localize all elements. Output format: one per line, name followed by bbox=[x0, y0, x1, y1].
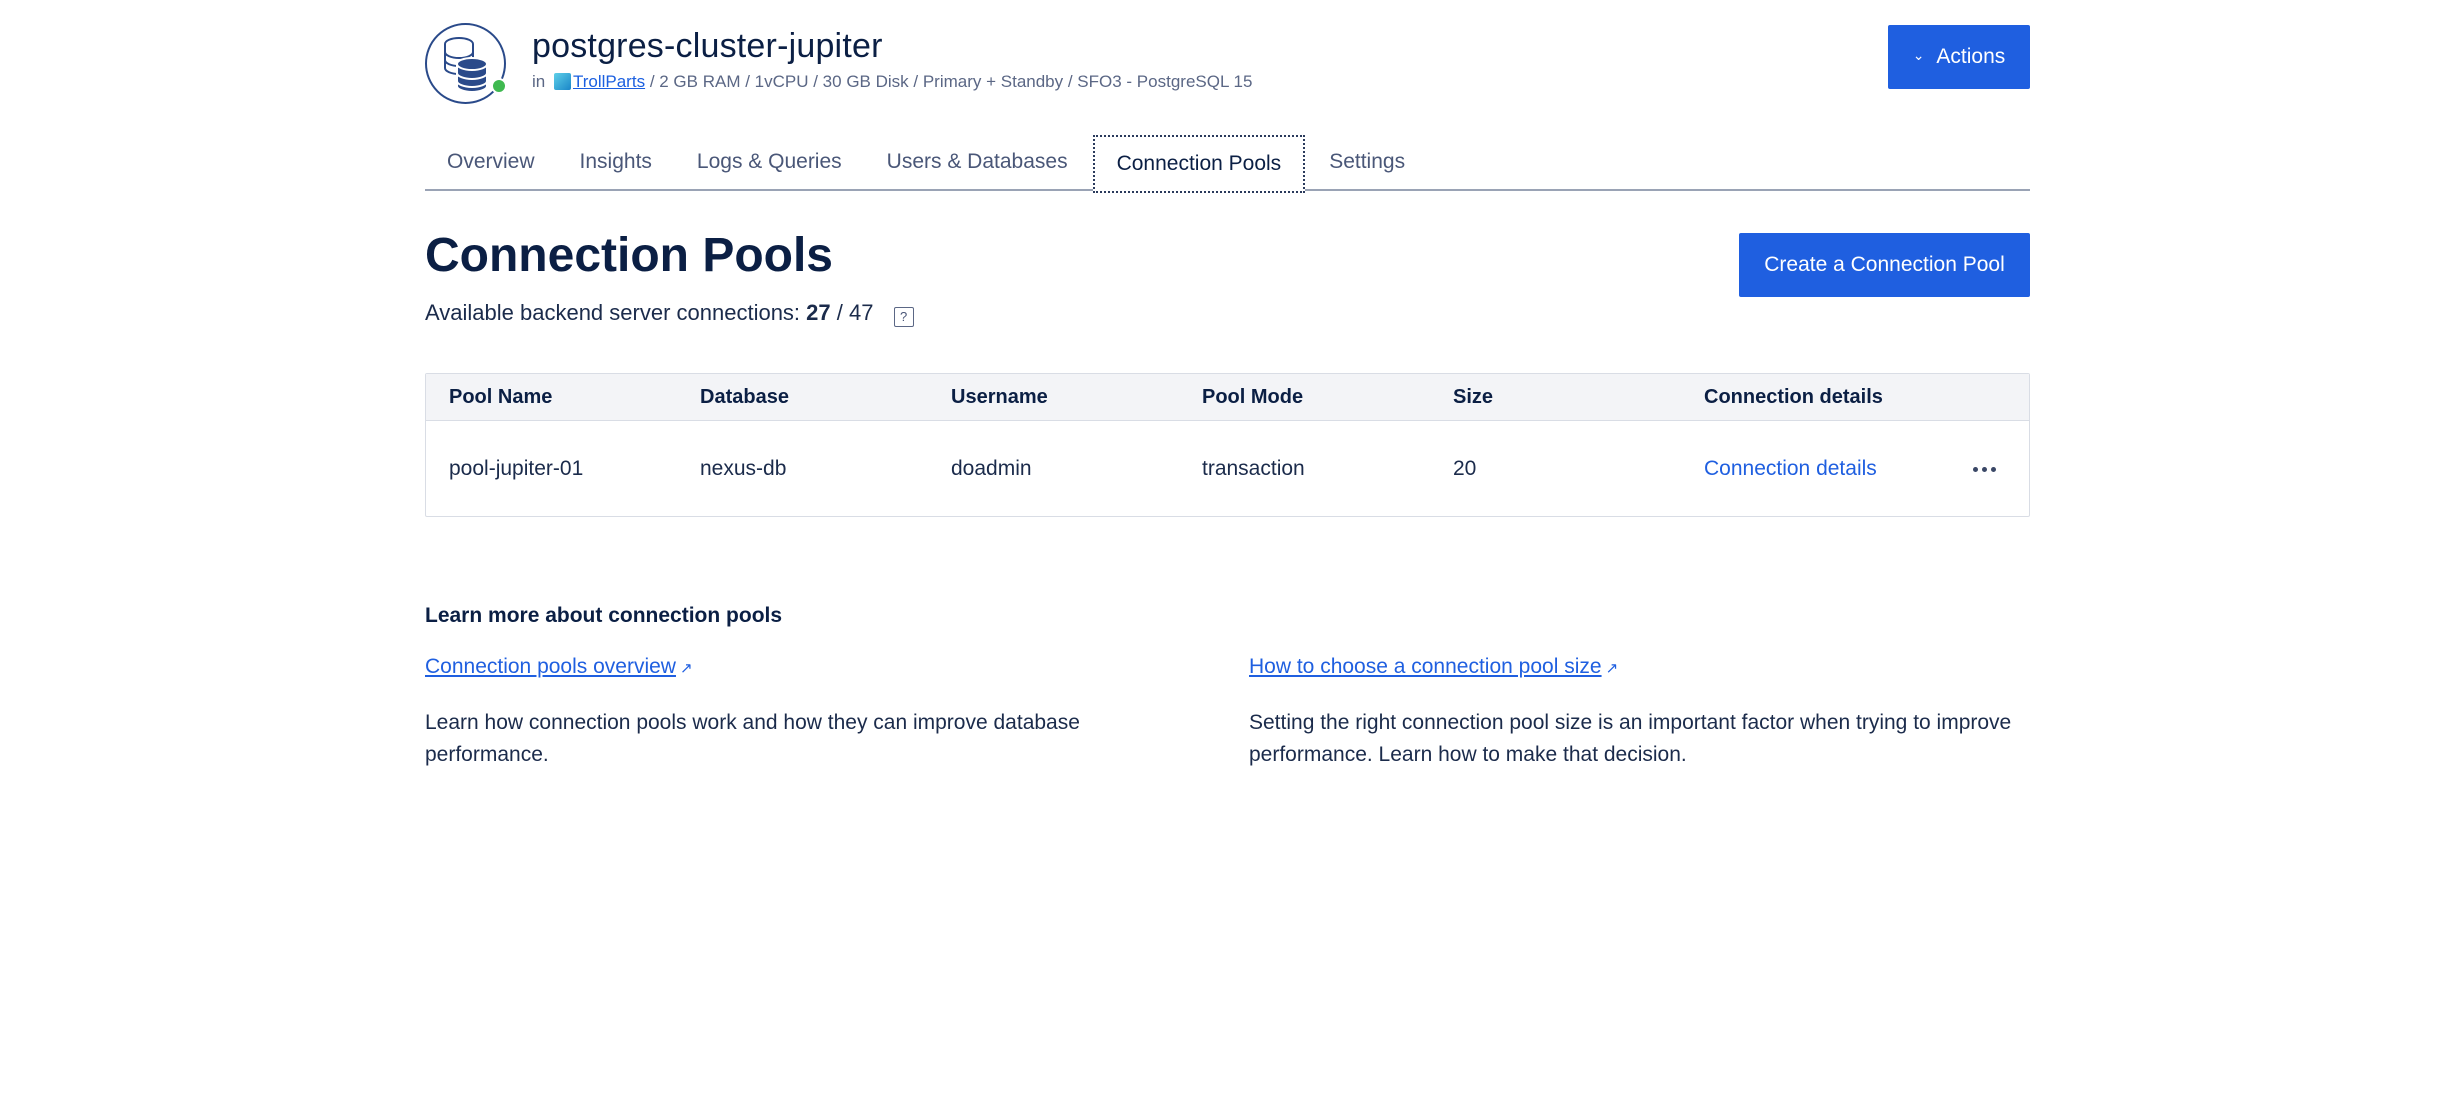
database-meta: in TrollParts / 2 GB RAM / 1vCPU / 30 GB… bbox=[532, 72, 1252, 92]
available-connections-label: Available backend server connections: bbox=[425, 300, 801, 325]
tab-logs-queries[interactable]: Logs & Queries bbox=[675, 135, 864, 189]
learn-more-description: Setting the right connection pool size i… bbox=[1249, 711, 2012, 766]
cell-pool-name: pool-jupiter-01 bbox=[449, 457, 584, 480]
tab-insights[interactable]: Insights bbox=[558, 135, 674, 189]
meta-prefix: in bbox=[532, 72, 546, 91]
table-header: Pool Name Database Username Pool Mode Si… bbox=[426, 374, 2029, 421]
column-header-pool-mode: Pool Mode bbox=[1202, 385, 1304, 408]
external-link-icon: ↗ bbox=[1605, 660, 1619, 677]
tab-bar: Overview Insights Logs & Queries Users &… bbox=[425, 135, 2030, 193]
learn-more-card-pool-size: How to choose a connection pool size ↗ Se… bbox=[1249, 655, 2029, 771]
available-connections: Available backend server connections: 27… bbox=[425, 300, 914, 327]
help-icon[interactable]: ? bbox=[893, 307, 914, 327]
cell-username: doadmin bbox=[951, 457, 1032, 480]
chevron-down-icon: ⌄ bbox=[1912, 46, 1925, 63]
learn-more-heading: Learn more about connection pools bbox=[425, 604, 783, 627]
external-link-icon: ↗ bbox=[679, 660, 693, 677]
available-connections-used: 27 bbox=[806, 300, 831, 325]
connection-details-link[interactable]: Connection details bbox=[1704, 457, 1877, 480]
choose-pool-size-link[interactable]: How to choose a connection pool size bbox=[1249, 655, 1602, 678]
cell-pool-mode: transaction bbox=[1202, 457, 1305, 480]
learn-more-card-overview: Connection pools overview ↗ Learn how con… bbox=[425, 655, 1205, 771]
cell-size: 20 bbox=[1453, 457, 1477, 480]
page-title: Connection Pools bbox=[425, 229, 833, 282]
database-header: postgres-cluster-jupiter in TrollParts /… bbox=[425, 0, 2030, 135]
column-header-database: Database bbox=[700, 385, 789, 408]
connection-pools-table: Pool Name Database Username Pool Mode Si… bbox=[425, 373, 2030, 517]
tab-overview[interactable]: Overview bbox=[425, 135, 557, 189]
create-connection-pool-button[interactable]: Create a Connection Pool bbox=[1739, 233, 2030, 297]
table-row: pool-jupiter-01 nexus-db doadmin transac… bbox=[426, 421, 2029, 517]
more-options-icon[interactable] bbox=[1969, 457, 1999, 481]
available-connections-separator: / bbox=[836, 300, 843, 325]
meta-details: / 2 GB RAM / 1vCPU / 30 GB Disk / Primar… bbox=[649, 72, 1253, 91]
tab-settings[interactable]: Settings bbox=[1307, 135, 1427, 189]
database-stack-icon bbox=[444, 37, 488, 94]
team-icon bbox=[553, 73, 571, 90]
tab-connection-pools[interactable]: Connection Pools bbox=[1092, 135, 1306, 193]
page-container: postgres-cluster-jupiter in TrollParts /… bbox=[425, 0, 2030, 766]
available-connections-total: 47 bbox=[849, 300, 874, 325]
column-header-connection-details: Connection details bbox=[1704, 385, 1883, 408]
cell-database: nexus-db bbox=[700, 457, 787, 480]
database-icon bbox=[425, 23, 507, 104]
actions-button-label: Actions bbox=[1936, 45, 2006, 68]
status-online-indicator bbox=[491, 78, 507, 94]
actions-button[interactable]: ⌄ Actions bbox=[1888, 25, 2030, 89]
column-header-pool-name: Pool Name bbox=[449, 385, 553, 408]
database-title: postgres-cluster-jupiter bbox=[532, 27, 883, 65]
tab-users-databases[interactable]: Users & Databases bbox=[865, 135, 1090, 189]
cell-connection-details: Connection details bbox=[1681, 457, 1981, 481]
column-header-size: Size bbox=[1453, 385, 1494, 408]
learn-more-description: Learn how connection pools work and how … bbox=[425, 711, 1080, 766]
column-header-username: Username bbox=[951, 385, 1048, 408]
connection-pools-overview-link[interactable]: Connection pools overview bbox=[425, 655, 676, 678]
team-link[interactable]: TrollParts bbox=[573, 72, 645, 91]
